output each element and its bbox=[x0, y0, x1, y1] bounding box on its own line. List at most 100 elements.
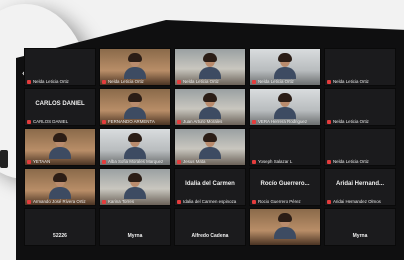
participant-name-text: Nelda Leticia Ortiz bbox=[333, 119, 369, 124]
participant-name-label: Karina Torres bbox=[102, 199, 168, 204]
muted-mic-icon bbox=[27, 119, 31, 124]
participant-tile[interactable]: Nelda Leticia Ortiz bbox=[324, 88, 396, 126]
participant-video bbox=[199, 93, 221, 119]
muted-mic-icon bbox=[102, 119, 106, 124]
participant-tile[interactable]: Yoseph Salazar L bbox=[249, 128, 321, 166]
participant-video bbox=[274, 53, 296, 79]
participant-name-text: Idalia del Carmen espinoza bbox=[183, 199, 237, 204]
participant-tile[interactable]: VERA Herrera Rodriguez bbox=[249, 88, 321, 126]
participant-name-label: Rocio Guerrero Pérez bbox=[252, 199, 318, 204]
participant-name-text: Yoseph Salazar L bbox=[258, 159, 293, 164]
participant-tile[interactable]: FERNANDO ARMENTA bbox=[99, 88, 171, 126]
participant-tile[interactable]: Alba Sofia Morales Marquez bbox=[99, 128, 171, 166]
participant-tile[interactable]: Nelda Leticia Ortiz bbox=[324, 128, 396, 166]
participant-tile[interactable]: YETAAN bbox=[24, 128, 96, 166]
muted-mic-icon bbox=[327, 119, 331, 124]
muted-mic-icon bbox=[102, 79, 106, 84]
muted-mic-icon bbox=[102, 159, 106, 164]
participant-name-text: Nelda Leticia Ortiz bbox=[333, 159, 369, 164]
participant-display-name: Aridai Hernand... bbox=[335, 181, 384, 187]
participant-display-name: 52226 bbox=[53, 233, 67, 239]
participant-name-text: Armando José Rivera Ortiz bbox=[33, 199, 86, 204]
participant-name-text: CARLOS DANIEL bbox=[33, 119, 69, 124]
participant-name-text: Aridai Hernandez Olmos bbox=[333, 199, 381, 204]
participant-name-text: Jesus Mata bbox=[183, 159, 206, 164]
participant-video bbox=[274, 93, 296, 119]
participant-name-text: Nelda Leticia Ortiz bbox=[183, 79, 219, 84]
participant-tile[interactable]: Nelda Leticia Ortiz bbox=[249, 48, 321, 86]
participant-name-label: Yoseph Salazar L bbox=[252, 159, 318, 164]
participant-name-text: Juan Arturo Morales bbox=[183, 119, 223, 124]
participant-display-name: CARLOS DANIEL bbox=[35, 101, 85, 107]
participant-name-label: CARLOS DANIEL bbox=[27, 119, 93, 124]
participant-name-label: Juan Arturo Morales bbox=[177, 119, 243, 124]
participant-tile[interactable]: Idalia del Carmen Idalia del Carmen espin… bbox=[174, 168, 246, 206]
participant-video bbox=[199, 133, 221, 159]
participant-tile[interactable]: Myrna bbox=[324, 208, 396, 246]
participant-display-name: Myrna bbox=[352, 233, 368, 239]
participant-display-name: Alfredo Cadena bbox=[191, 233, 229, 239]
muted-mic-icon bbox=[327, 79, 331, 84]
participant-name-text: YETAAN bbox=[33, 159, 51, 164]
participant-tile[interactable]: Armando José Rivera Ortiz bbox=[24, 168, 96, 206]
participant-name-text: Nelda Leticia Ortiz bbox=[333, 79, 369, 84]
participant-name-label: Alba Sofia Morales Marquez bbox=[102, 159, 168, 164]
muted-mic-icon bbox=[252, 199, 256, 204]
participant-tile[interactable]: Nelda Leticia Ortiz bbox=[24, 48, 96, 86]
participant-name-label: FERNANDO ARMENTA bbox=[102, 119, 168, 124]
muted-mic-icon bbox=[252, 119, 256, 124]
participant-grid: Nelda Leticia Ortiz Nelda Leticia Ortiz Ne… bbox=[24, 48, 404, 248]
participant-name-label: Nelda Leticia Ortiz bbox=[252, 79, 318, 84]
participant-name-label: Nelda Leticia Ortiz bbox=[27, 79, 93, 84]
muted-mic-icon bbox=[327, 199, 331, 204]
muted-mic-icon bbox=[102, 199, 106, 204]
muted-mic-icon bbox=[27, 159, 31, 164]
muted-mic-icon bbox=[252, 159, 256, 164]
participant-name-label: Nelda Leticia Ortiz bbox=[177, 79, 243, 84]
muted-mic-icon bbox=[327, 159, 331, 164]
participant-tile[interactable]: Jesus Mata bbox=[174, 128, 246, 166]
participant-tile[interactable]: Juan Arturo Morales bbox=[174, 88, 246, 126]
muted-mic-icon bbox=[27, 79, 31, 84]
muted-mic-icon bbox=[252, 79, 256, 84]
participant-name-text: FERNANDO ARMENTA bbox=[108, 119, 155, 124]
participant-name-text: Nelda Leticia Ortiz bbox=[258, 79, 294, 84]
participant-video bbox=[124, 173, 146, 199]
participant-name-label: YETAAN bbox=[27, 159, 93, 164]
participant-tile[interactable]: Alfredo Cadena bbox=[174, 208, 246, 246]
participant-display-name: Rocío Guerrero... bbox=[260, 181, 310, 187]
participant-name-label: Idalia del Carmen espinoza bbox=[177, 199, 243, 204]
participant-name-text: VERA Herrera Rodriguez bbox=[258, 119, 308, 124]
decorative-mark bbox=[0, 150, 8, 168]
participant-video bbox=[49, 173, 71, 199]
participant-name-text: Nelda Leticia Ortiz bbox=[33, 79, 69, 84]
participant-video bbox=[49, 133, 71, 159]
participant-display-name: Idalia del Carmen bbox=[185, 181, 235, 187]
participant-video bbox=[124, 133, 146, 159]
participant-tile[interactable]: Nelda Leticia Ortiz bbox=[324, 48, 396, 86]
participant-display-name: Myrna bbox=[127, 233, 143, 239]
muted-mic-icon bbox=[177, 79, 181, 84]
participant-tile[interactable]: 52226 bbox=[24, 208, 96, 246]
muted-mic-icon bbox=[177, 119, 181, 124]
participant-tile[interactable]: Karina Torres bbox=[99, 168, 171, 206]
participant-tile[interactable]: Myrna bbox=[99, 208, 171, 246]
participant-tile[interactable] bbox=[249, 208, 321, 246]
participant-tile[interactable]: Aridai Hernand... Aridai Hernandez Olmos bbox=[324, 168, 396, 206]
participant-name-text: Rocio Guerrero Pérez bbox=[258, 199, 301, 204]
participant-name-text: Alba Sofia Morales Marquez bbox=[108, 159, 164, 164]
participant-video bbox=[124, 93, 146, 119]
muted-mic-icon bbox=[177, 159, 181, 164]
participant-video bbox=[124, 53, 146, 79]
participant-name-text: Nelda Leticia Ortiz bbox=[108, 79, 144, 84]
muted-mic-icon bbox=[177, 199, 181, 204]
participant-name-label: VERA Herrera Rodriguez bbox=[252, 119, 318, 124]
participant-video bbox=[199, 53, 221, 79]
participant-name-label: Nelda Leticia Ortiz bbox=[327, 159, 393, 164]
participant-name-text: Karina Torres bbox=[108, 199, 135, 204]
muted-mic-icon bbox=[27, 199, 31, 204]
participant-tile[interactable]: CARLOS DANIEL CARLOS DANIEL bbox=[24, 88, 96, 126]
participant-tile[interactable]: Nelda Leticia Ortiz bbox=[174, 48, 246, 86]
participant-tile[interactable]: Rocío Guerrero... Rocio Guerrero Pérez bbox=[249, 168, 321, 206]
participant-tile[interactable]: Nelda Leticia Ortiz bbox=[99, 48, 171, 86]
